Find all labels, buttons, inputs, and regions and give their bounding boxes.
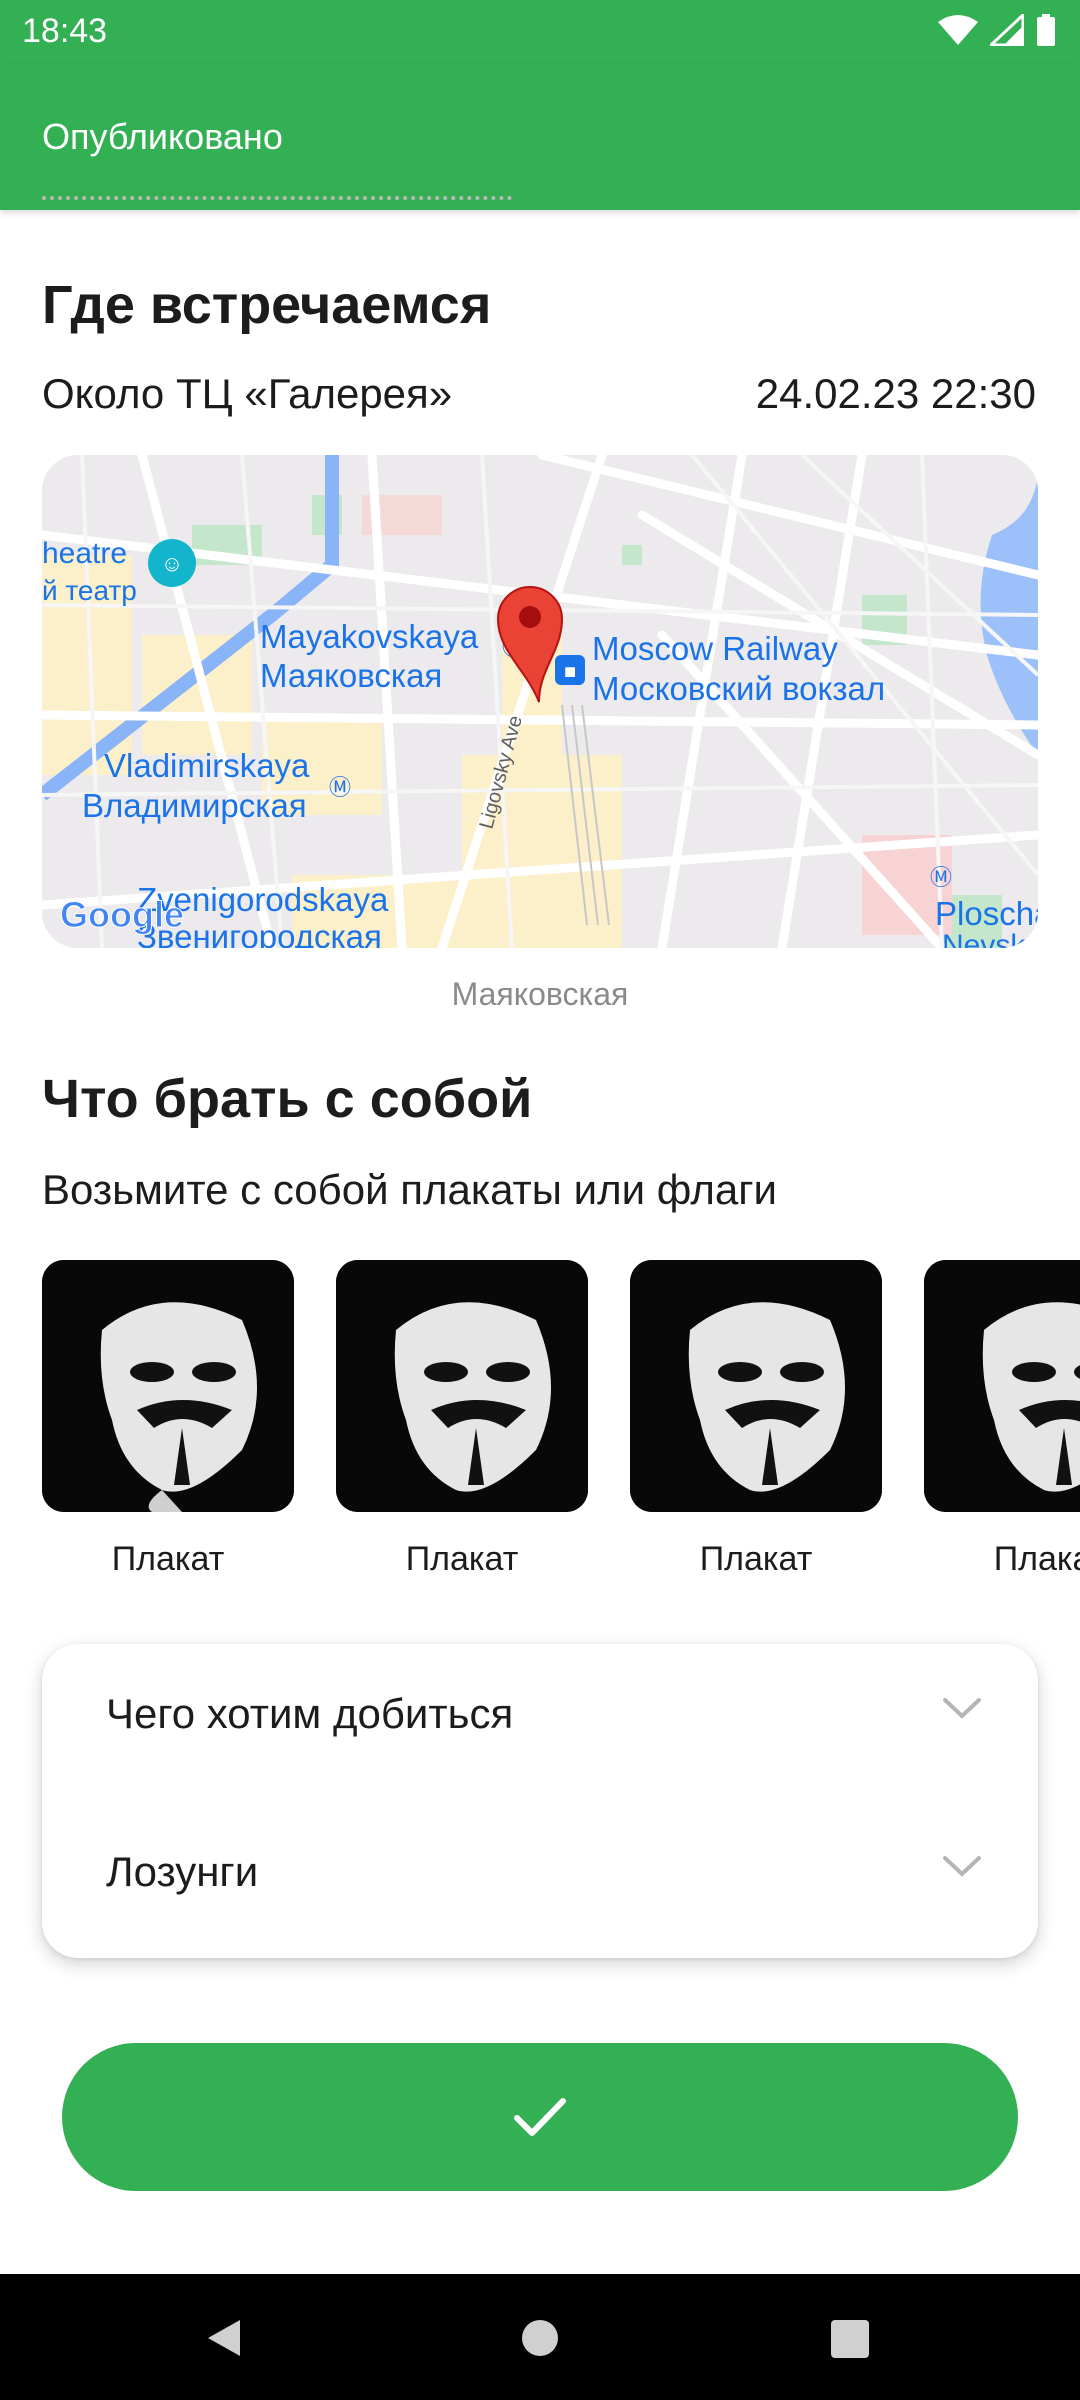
battery-icon (1037, 14, 1055, 46)
map-label-mayakovskaya-en: Mayakovskaya (260, 618, 479, 655)
chevron-down-icon (943, 1856, 981, 1877)
checkmark-icon (514, 2098, 566, 2136)
poster-item[interactable]: Плакат (336, 1260, 588, 1579)
poster-item[interactable]: Плакат (630, 1260, 882, 1579)
svg-text:■: ■ (564, 661, 576, 683)
status-time: 18:43 (22, 12, 108, 50)
map-label-plosch: Ploscha (935, 895, 1038, 932)
poster-label: Плакат (405, 1540, 519, 1578)
google-logo: Google (60, 894, 184, 935)
bring-description: Возьмите с собой плакаты или флаги (42, 1166, 778, 1213)
poster-image (336, 1260, 588, 1512)
system-nav-bar (0, 2274, 1080, 2400)
info-accordion-card: Чего хотим добиться Лозунги (42, 1644, 1038, 1958)
map-label-theatre-en: heatre (42, 537, 127, 570)
confirm-button[interactable] (62, 2043, 1018, 2191)
poster-label: Плакат (993, 1540, 1080, 1578)
map-label-railway-en: Moscow Railway (592, 630, 838, 667)
bring-heading: Что брать с собой (42, 1069, 533, 1129)
scrolled-content-edge (42, 196, 512, 210)
back-icon[interactable] (204, 2318, 244, 2358)
meeting-place: Около ТЦ «Галерея» (42, 370, 453, 417)
posters-carousel[interactable]: Плакат Плакат Плакат Плак (42, 1260, 1080, 1590)
status-icons (938, 14, 1056, 46)
accordion-goals[interactable]: Чего хотим добиться (42, 1644, 1038, 1774)
home-icon[interactable] (520, 2318, 560, 2358)
map-label-railway-ru: Московский вокзал (592, 670, 885, 707)
map-label-mayakovskaya-ru: Маяковская (260, 657, 442, 694)
svg-text:Ⓜ: Ⓜ (329, 775, 351, 800)
poster-image (42, 1260, 294, 1512)
poster-item[interactable]: Плакат (924, 1260, 1080, 1579)
poster-image (924, 1260, 1080, 1512)
map-label-nevsk: Nevsk (942, 929, 1026, 948)
map-label-vladimirskaya-ru: Владимирская (82, 787, 307, 824)
app-bar: Опубликовано (0, 64, 1080, 210)
wifi-icon (938, 15, 978, 45)
status-bar: 18:43 (0, 0, 1080, 64)
poster-label: Плакат (699, 1540, 813, 1578)
accordion-slogans[interactable]: Лозунги (42, 1802, 1038, 1932)
accordion-goals-label: Чего хотим добиться (106, 1690, 514, 1737)
poster-item[interactable]: Плакат (42, 1260, 294, 1579)
map-caption: Маяковская (451, 976, 629, 1012)
meeting-heading: Где встречаемся (42, 275, 492, 335)
poster-label: Плакат (111, 1540, 225, 1578)
map-label-theatre-ru: й театр (42, 575, 137, 606)
cellular-signal-icon (990, 14, 1024, 46)
app-bar-title: Опубликовано (42, 116, 283, 157)
svg-text:☺: ☺ (161, 551, 183, 576)
recents-icon[interactable] (830, 2319, 870, 2359)
meeting-map[interactable]: ☺ heatre й театр Mayakovskaya Маяковская… (42, 455, 1038, 948)
meeting-datetime: 24.02.23 22:30 (755, 370, 1036, 417)
chevron-down-icon (943, 1698, 981, 1719)
svg-text:Ⓜ: Ⓜ (930, 865, 952, 890)
poster-image (630, 1260, 882, 1512)
accordion-slogans-label: Лозунги (106, 1848, 259, 1895)
map-label-vladimirskaya-en: Vladimirskaya (104, 747, 310, 784)
